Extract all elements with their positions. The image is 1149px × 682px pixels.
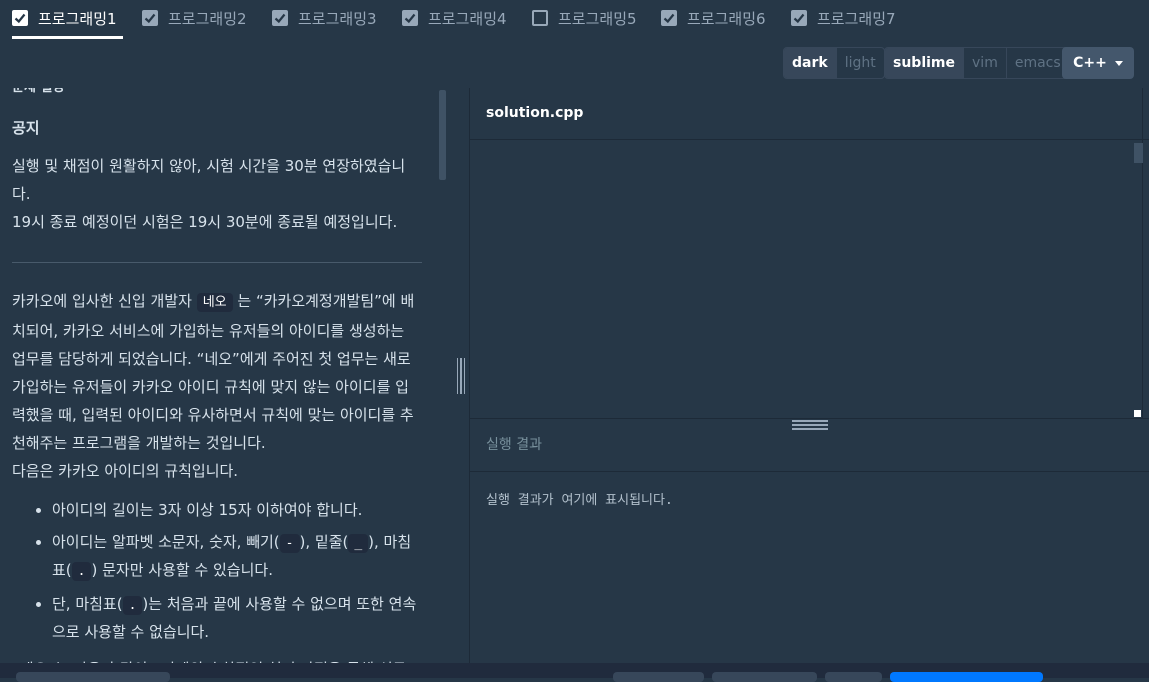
reset-button[interactable] [613,672,704,682]
description-scrollbar[interactable] [439,90,446,180]
run-test-button[interactable] [712,672,817,682]
tab-programming-6[interactable]: 프로그래밍6 [661,6,766,30]
tab-programming-7[interactable]: 프로그래밍7 [791,6,896,30]
problem-description-panel[interactable]: 문제 설명 공지 실행 및 채점이 원활하지 않아, 시험 시간을 30분 연장… [0,88,440,663]
checkbox-empty-icon [532,10,548,26]
tab-label: 프로그래밍7 [817,9,896,28]
tab-programming-2[interactable]: 프로그래밍2 [142,6,247,30]
tab-programming-4[interactable]: 프로그래밍4 [402,6,507,30]
tab-programming-5[interactable]: 프로그래밍5 [532,6,637,30]
checkbox-checked-icon [791,10,807,26]
notice-line-2: 19시 종료 예정이던 시험은 19시 30분에 종료될 예정입니다. [12,213,398,231]
language-label: C++ [1073,55,1107,71]
submit-button[interactable] [890,672,1043,682]
checkbox-checked-icon [142,10,158,26]
rules-list: 아이디의 길이는 3자 이상 15자 이하여야 합니다. 아이디는 알파벳 소문… [12,497,422,645]
tab-programming-3[interactable]: 프로그래밍3 [272,6,377,30]
checkbox-checked-icon [402,10,418,26]
question-button[interactable] [16,672,170,682]
active-tab-underline [12,36,123,39]
list-item: 아이디의 길이는 3자 이상 15자 이하여야 합니다. [52,497,422,523]
result-output: 실행 결과가 여기에 표시됩니다. [486,493,673,508]
file-name: solution.cpp [486,105,584,121]
language-dropdown[interactable]: C++ [1062,47,1134,79]
list-item: 아이디는 알파벳 소문자, 숫자, 빼기(-), 밑줄(_), 마침표(.) 문… [52,529,422,585]
tab-label: 프로그래밍3 [298,9,377,28]
theme-dark-option[interactable]: dark [784,48,836,78]
checkbox-checked-icon [12,10,28,26]
result-resize-handle[interactable] [792,420,828,430]
section-title: 문제 설명 [12,88,422,100]
problem-tab-bar: 프로그래밍1 프로그래밍2 프로그래밍3 프로그래밍4 프로그래밍5 프로그래밍6 프로그래… [0,0,1149,40]
notice-title: 공지 [12,119,40,137]
checkbox-checked-icon [272,10,288,26]
theme-toggle: dark light [783,47,885,79]
keymap-toggle: sublime vim emacs [884,47,1070,79]
editor-resize-corner[interactable] [1134,410,1141,417]
tab-programming-1[interactable]: 프로그래밍1 [12,6,117,30]
intro-paragraph: 카카오에 입사한 신입 개발자 네오 는 “카카오계정개발팀”에 배치되어, 카… [12,292,415,452]
tab-label: 프로그래밍2 [168,9,247,28]
panel-resize-handle[interactable] [457,358,465,394]
theme-light-option[interactable]: light [835,48,884,78]
inline-code: 네오 [196,293,233,312]
checkbox-checked-icon [661,10,677,26]
result-title: 실행 결과 [486,437,542,453]
tab-label: 프로그래밍5 [558,9,637,28]
rules-intro: 다음은 카카오 아이디의 규칙입니다. [12,462,239,480]
editor-header: solution.cpp [470,88,1149,140]
run-button[interactable] [825,672,882,682]
keymap-emacs-option[interactable]: emacs [1005,48,1069,78]
tab-label: 프로그래밍4 [428,9,507,28]
cut-off-paragraph: “네오”는 다음과 같이 7단계의 순차적인 처리 과정을 통해 신규 [12,655,422,663]
notice-line-1: 실행 및 채점이 원활하지 않아, 시험 시간을 30분 연장하였습니다. [12,157,406,203]
editor-edge [1142,88,1143,418]
keymap-sublime-option[interactable]: sublime [885,48,964,78]
chevron-down-icon [1114,60,1123,66]
tab-label: 프로그래밍6 [687,9,766,28]
divider [12,262,422,263]
editor-scrollbar[interactable] [1134,143,1143,163]
tab-label: 프로그래밍1 [38,9,117,28]
list-item: 단, 마침표(.)는 처음과 끝에 사용할 수 없으며 또한 연속으로 사용할 … [52,591,422,645]
code-editor[interactable]: solution.cpp [470,88,1149,418]
keymap-vim-option[interactable]: vim [963,48,1006,78]
